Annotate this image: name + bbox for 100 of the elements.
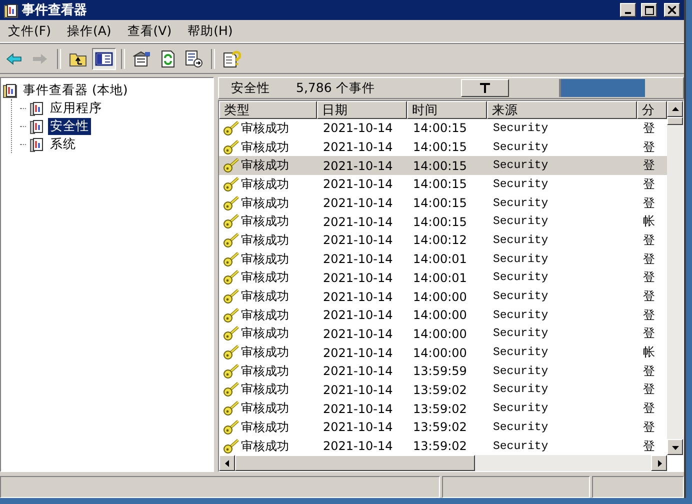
column-header[interactable]: 来源 — [487, 101, 637, 119]
column-header[interactable]: 日期 — [317, 101, 407, 119]
table-cell-text: 2021-10-14 — [322, 140, 394, 154]
tree-item[interactable]: 系统 — [48, 136, 78, 152]
table-cell-text: 2021-10-14 — [322, 290, 394, 304]
table-cell-text: 登 — [642, 400, 656, 418]
table-cell-text: Security — [492, 402, 550, 416]
table-cell: 审核成功 — [241, 288, 289, 306]
key-icon — [223, 401, 240, 416]
table-cell-text: Security — [492, 178, 550, 191]
table-cell-text: 13:59:02 — [412, 439, 468, 454]
table-cell: 审核成功 — [241, 306, 289, 324]
table-cell-text: 14:00:01 — [412, 270, 468, 285]
key-icon — [223, 438, 240, 454]
event-row[interactable]: 审核成功 2021-10-14 14:00:15 Security 登 — [219, 156, 667, 176]
table-cell-text: 14:00:01 — [412, 252, 468, 266]
event-row[interactable]: 审核成功 2021-10-14 13:59:02 Security 登 — [219, 418, 667, 437]
table-cell: 审核成功 — [241, 232, 289, 249]
event-row[interactable]: 审核成功 2021-10-14 14:00:15 Security 帐 — [219, 212, 667, 232]
properties-icon — [133, 51, 151, 67]
down-arrow-icon — [672, 444, 678, 450]
up-button[interactable] — [461, 79, 509, 97]
table-cell-text: 13:59:02 — [412, 402, 468, 416]
event-row[interactable]: 审核成功 2021-10-14 13:59:02 Security 登 — [219, 436, 667, 455]
key-icon — [223, 120, 240, 136]
toolbar-button[interactable] — [92, 48, 116, 70]
key-icon — [223, 270, 240, 286]
log-title: 安全性 — [231, 80, 270, 96]
table-cell-text: 登 — [642, 418, 656, 436]
menu-item[interactable]: 文件(F) — [0, 22, 59, 40]
event-row[interactable]: 审核成功 2021-10-14 13:59:59 Security 登 — [219, 362, 667, 381]
event-log-icon — [30, 118, 44, 134]
column-header[interactable]: 类型 — [219, 101, 317, 119]
event-viewer-icon — [3, 82, 17, 98]
event-row[interactable]: 审核成功 2021-10-14 14:00:15 Security 登 — [219, 175, 667, 194]
table-cell-text: 登 — [642, 438, 656, 455]
table-cell-text: 2021-10-14 — [322, 346, 394, 360]
table-cell: 审核成功 — [241, 381, 289, 398]
event-row[interactable]: 审核成功 2021-10-14 14:00:01 Security 登 — [219, 268, 667, 288]
maximize-button[interactable] — [641, 3, 657, 17]
up-arrow-icon — [672, 106, 678, 112]
export-list-icon — [185, 50, 203, 68]
menu-item[interactable]: 操作(A) — [58, 22, 120, 40]
minimize-button[interactable] — [620, 3, 636, 17]
column-header[interactable]: 时间 — [407, 101, 487, 119]
table-cell-text: 帐 — [642, 213, 656, 230]
table-cell-text: Security — [492, 383, 550, 396]
table-cell: 审核成功 — [241, 157, 289, 174]
table-cell-text: 2021-10-14 — [322, 382, 394, 397]
table-cell-text: 13:59:02 — [412, 420, 468, 434]
table-cell-text: Security — [492, 327, 550, 340]
event-row[interactable]: 审核成功 2021-10-14 14:00:01 Security 登 — [219, 250, 667, 268]
table-cell-text: Security — [492, 440, 550, 453]
forward-arrow-icon — [32, 53, 48, 65]
table-cell: 审核成功 — [241, 362, 289, 380]
table-cell-text: Security — [492, 215, 550, 228]
table-cell-text: 14:00:15 — [412, 177, 468, 192]
key-icon — [223, 308, 240, 323]
event-row[interactable]: 审核成功 2021-10-14 14:00:00 Security 登 — [219, 324, 667, 344]
menu-item[interactable]: 查看(V) — [119, 22, 180, 40]
event-row[interactable]: 审核成功 2021-10-14 13:59:02 Security 登 — [219, 399, 667, 418]
scrollbar-thumb[interactable] — [667, 117, 683, 125]
left-arrow-icon — [224, 460, 230, 466]
event-row[interactable]: 审核成功 2021-10-14 13:59:02 Security 登 — [219, 380, 667, 400]
scrollbar-thumb[interactable] — [235, 455, 475, 471]
event-log-icon — [30, 136, 44, 152]
event-row[interactable]: 审核成功 2021-10-14 14:00:12 Security 登 — [219, 231, 667, 250]
event-row[interactable]: 审核成功 2021-10-14 14:00:00 Security 登 — [219, 287, 667, 306]
close-button[interactable] — [664, 3, 680, 17]
event-row[interactable]: 审核成功 2021-10-14 14:00:00 Security 登 — [219, 306, 667, 325]
table-cell-text: 2021-10-14 — [322, 252, 394, 266]
help-icon — [223, 50, 241, 68]
vertical-scrollbar[interactable] — [667, 101, 683, 455]
event-count: 5,786 个事件 — [296, 80, 375, 96]
event-row[interactable]: 审核成功 2021-10-14 14:00:15 Security 登 — [219, 138, 667, 156]
key-icon — [223, 140, 240, 155]
table-cell-text: 2021-10-14 — [322, 158, 394, 173]
folder-icon — [69, 51, 87, 67]
tree-item[interactable]: 事件查看器 (本地) — [21, 82, 130, 98]
event-row[interactable]: 审核成功 2021-10-14 14:00:15 Security 登 — [219, 194, 667, 212]
table-cell: 审核成功 — [241, 438, 289, 455]
table-cell-text: 登 — [642, 269, 656, 286]
table-cell: 审核成功 — [241, 325, 289, 342]
event-row[interactable]: 审核成功 2021-10-14 14:00:00 Security 帐 — [219, 343, 667, 362]
tree-item[interactable]: 应用程序 — [48, 100, 104, 116]
table-cell-text: 2021-10-14 — [322, 270, 394, 285]
horizontal-scrollbar[interactable] — [219, 455, 667, 471]
menu-item[interactable]: 帮助(H) — [180, 22, 241, 40]
event-row[interactable]: 审核成功 2021-10-14 14:00:15 Security 登 — [219, 119, 667, 138]
key-icon — [223, 326, 240, 342]
table-cell-text: 2021-10-14 — [322, 308, 394, 322]
key-icon — [223, 196, 240, 211]
column-header[interactable]: 分 — [637, 101, 667, 119]
table-cell-text: 登 — [642, 120, 656, 137]
table-cell-text: 13:59:02 — [412, 382, 468, 397]
table-cell-text: Security — [492, 290, 550, 304]
key-icon — [223, 176, 240, 192]
tree-item[interactable]: 安全性 — [48, 118, 91, 134]
table-cell-text: 2021-10-14 — [322, 364, 394, 378]
table-cell-text: 2021-10-14 — [322, 402, 394, 416]
